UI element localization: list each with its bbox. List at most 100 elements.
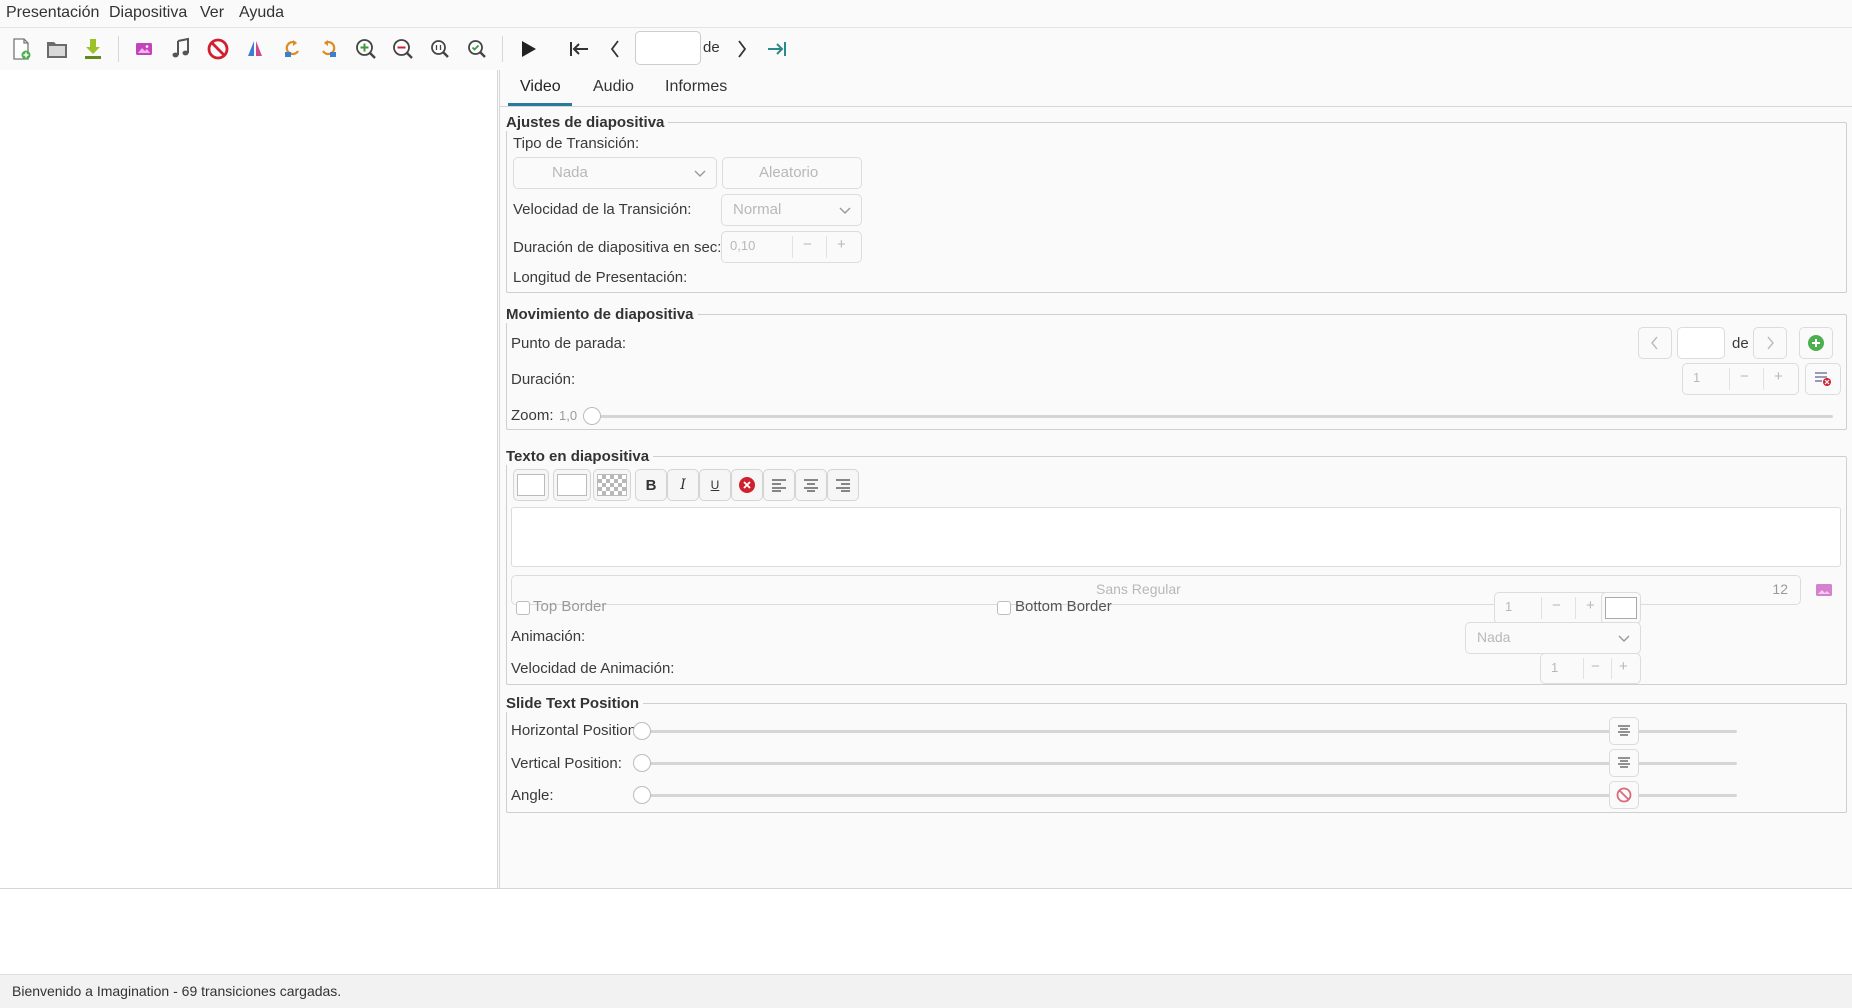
horizontal-position-track[interactable] [637,730,1737,733]
reset-angle-button[interactable] [1609,781,1639,809]
animation-dropdown[interactable]: Nada [1465,622,1641,654]
import-music-button[interactable] [166,34,196,64]
motion-duration-label: Duración: [511,371,576,388]
bottom-border-checkbox[interactable] [997,601,1011,615]
slide-thumbnails-area[interactable] [0,70,498,888]
font-color-swatch [517,474,545,496]
zoom-in-button[interactable] [351,34,381,64]
import-music-icon [172,37,189,58]
open-button[interactable] [42,34,72,64]
align-left-button[interactable] [763,469,795,501]
previous-stop-point-button[interactable] [1638,327,1672,359]
text-pattern-button[interactable] [1807,579,1841,601]
random-button-label: Aleatorio [759,164,819,181]
transition-speed-dropdown[interactable]: Normal [721,194,862,226]
preview-play-button[interactable] [513,34,543,64]
decrement-icon[interactable]: − [1552,597,1561,614]
status-bar: Bienvenido a Imagination - 69 transicion… [0,974,1852,1008]
align-center-button[interactable] [795,469,827,501]
reset-icon [1616,787,1632,803]
background-color-button[interactable] [553,469,591,501]
spin-divider [1729,368,1730,390]
save-button[interactable] [78,34,108,64]
zoom-slider-knob[interactable] [583,407,601,425]
menu-presentacion[interactable]: Presentación [6,4,99,22]
rotate-right-button[interactable] [314,34,344,64]
align-right-icon [836,479,850,492]
increment-icon[interactable]: + [837,236,846,253]
vertical-position-knob[interactable] [633,754,651,772]
spin-divider [1541,597,1542,619]
text-position-frame: Slide Text Position Horizontal Position:… [506,695,1847,813]
slide-number-input[interactable] [635,31,701,65]
new-presentation-button[interactable] [6,34,36,64]
border-color-swatch [1605,597,1637,619]
bold-button[interactable]: B [635,469,667,501]
border-color-button[interactable] [1601,592,1641,624]
remove-stop-point-button[interactable] [1805,363,1841,395]
audio-area[interactable] [0,888,1852,974]
tab-video[interactable]: Video [520,78,561,96]
import-pictures-button[interactable] [129,34,159,64]
toolbar-separator [118,36,119,62]
angle-knob[interactable] [633,786,651,804]
clear-formatting-button[interactable] [731,469,763,501]
transparent-color-button[interactable] [593,469,631,501]
tab-informes[interactable]: Informes [665,78,727,96]
increment-icon[interactable]: + [1619,658,1628,675]
slide-duration-spinbutton[interactable]: 0,10 − + [721,231,862,263]
motion-duration-value: 1 [1693,370,1701,385]
increment-icon[interactable]: + [1586,597,1595,614]
align-center-icon [1618,757,1630,768]
flip-button[interactable] [240,34,270,64]
angle-track[interactable] [637,794,1737,797]
align-left-icon [772,479,786,492]
animation-speed-label: Velocidad de Animación: [511,660,675,677]
play-icon [522,41,536,57]
next-slide-button[interactable] [726,34,756,64]
border-width-spinbutton[interactable]: 1 − + [1494,592,1611,624]
underline-button[interactable]: U [699,469,731,501]
slide-text-input[interactable] [511,507,1841,567]
decrement-icon[interactable]: − [803,236,812,253]
spin-divider [1763,368,1764,390]
previous-slide-button[interactable] [601,34,631,64]
motion-duration-spinbutton[interactable]: 1 − + [1682,363,1799,395]
vertical-position-track[interactable] [637,762,1737,765]
menu-ver[interactable]: Ver [200,4,224,22]
zoom-out-button[interactable] [388,34,418,64]
zoom-normal-button[interactable] [425,34,455,64]
rotate-left-button[interactable] [277,34,307,64]
font-color-button[interactable] [513,469,549,501]
increment-icon[interactable]: + [1774,368,1783,385]
italic-button[interactable]: I [667,469,699,501]
stop-point-input[interactable] [1677,327,1725,359]
menu-ayuda[interactable]: Ayuda [239,4,284,22]
background-color-swatch [557,474,587,496]
tab-audio[interactable]: Audio [593,78,634,96]
decrement-icon[interactable]: − [1591,658,1600,675]
zoom-slider-track[interactable] [591,415,1833,418]
center-vertical-button[interactable] [1609,749,1639,777]
delete-slide-button[interactable] [203,34,233,64]
first-slide-button[interactable] [564,34,594,64]
horizontal-position-knob[interactable] [633,722,651,740]
menu-diapositiva[interactable]: Diapositiva [109,4,187,22]
last-slide-button[interactable] [762,34,792,64]
zoom-fit-icon [468,40,486,58]
previous-slide-icon [610,40,619,58]
slide-duration-value: 0,10 [730,238,756,253]
zoom-fit-button[interactable] [462,34,492,64]
vertical-position-label: Vertical Position: [511,755,622,772]
next-stop-point-button[interactable] [1753,327,1787,359]
top-border-checkbox[interactable] [516,601,530,615]
align-right-button[interactable] [827,469,859,501]
animation-speed-spinbutton[interactable]: 1 − + [1540,653,1641,684]
add-stop-point-button[interactable] [1799,327,1833,359]
transition-type-dropdown[interactable]: Nada [513,157,717,189]
center-horizontal-button[interactable] [1609,717,1639,745]
random-transition-button[interactable]: Aleatorio [722,157,862,189]
decrement-icon[interactable]: − [1740,368,1749,385]
transition-type-value: Nada [552,164,588,181]
slide-text-title: Texto en diapositiva [506,448,654,465]
